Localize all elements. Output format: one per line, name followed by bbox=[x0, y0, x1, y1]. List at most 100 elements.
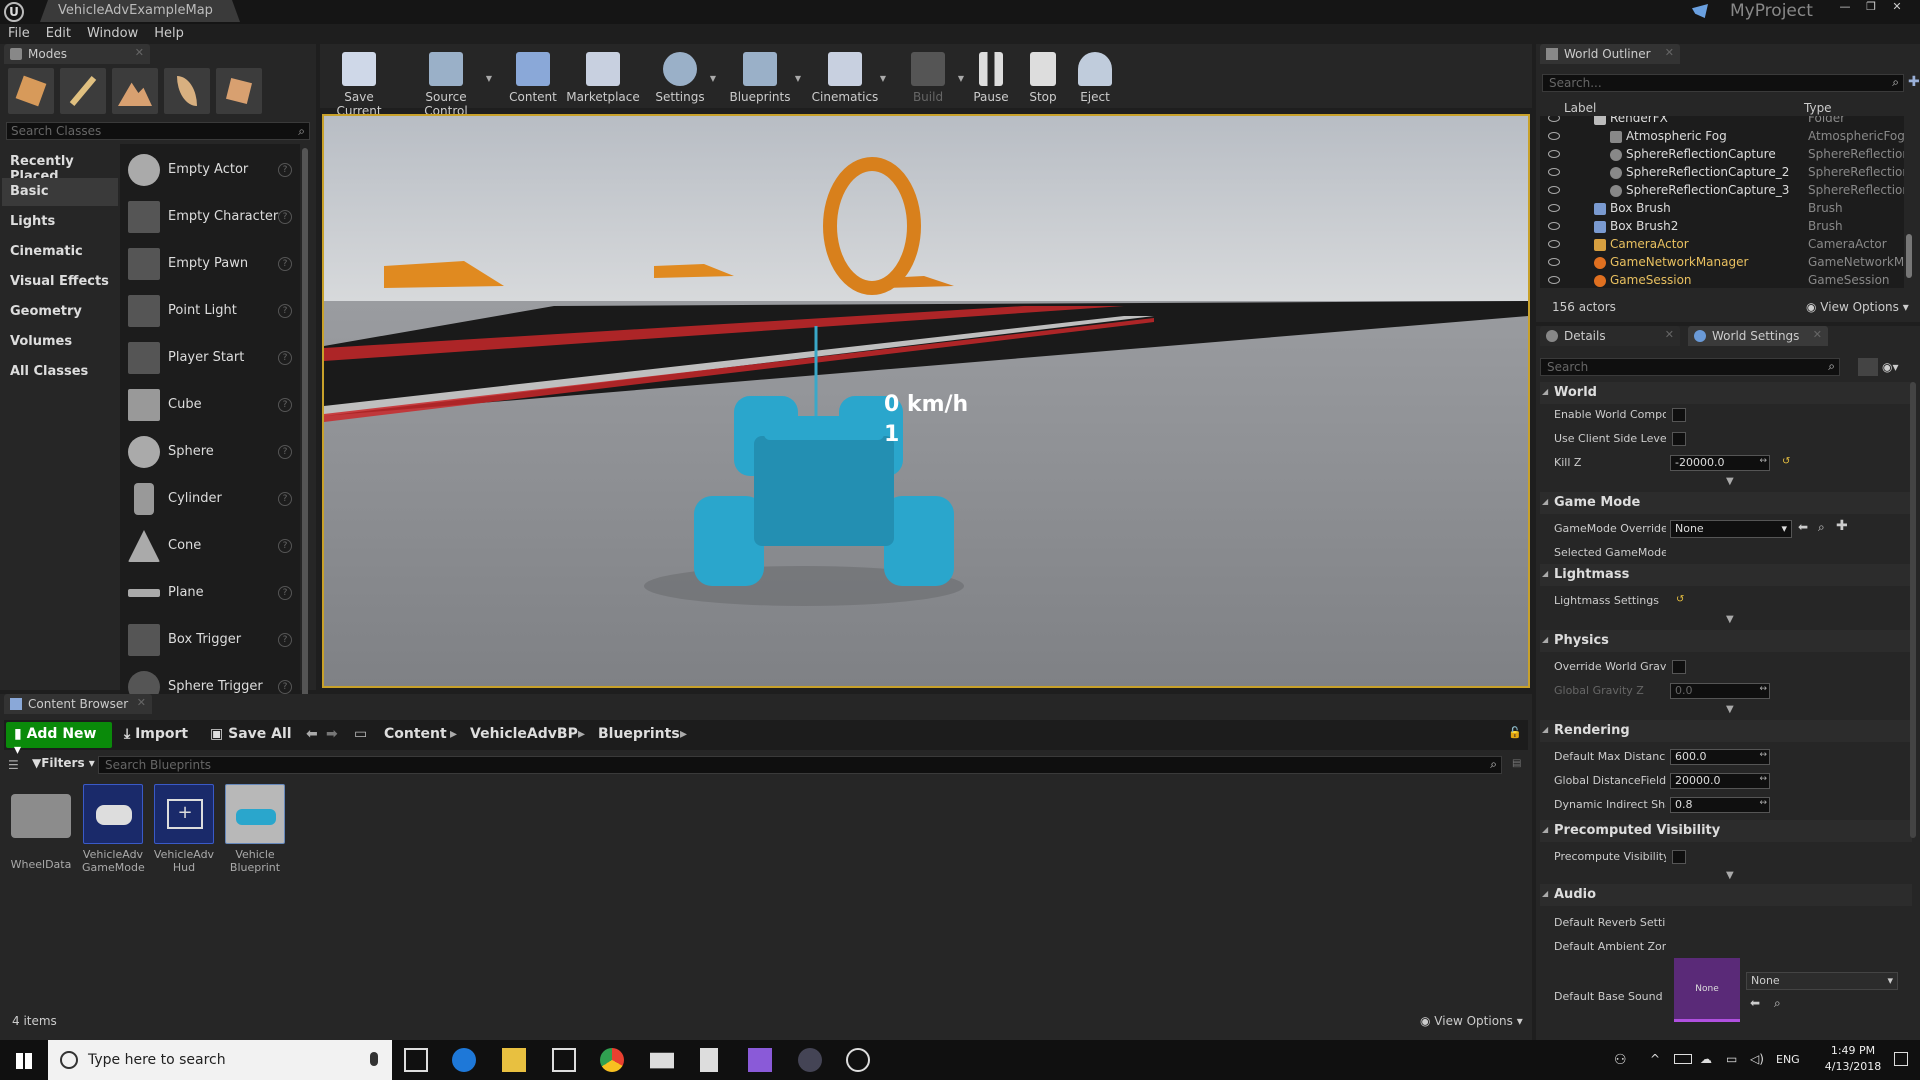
add-new-button[interactable]: ▮ Add New ▾ bbox=[6, 722, 112, 758]
outliner-row[interactable]: CameraActor CameraActor bbox=[1544, 236, 1904, 254]
chevron-up-icon[interactable]: ^ bbox=[1650, 1052, 1660, 1066]
gamemode-override-select[interactable]: None ▾ bbox=[1670, 520, 1792, 538]
advanced-expand-icon[interactable]: ▼ bbox=[1726, 614, 1734, 625]
history-forward-icon[interactable]: ➡ bbox=[326, 726, 338, 742]
folder-icon[interactable]: ▭ bbox=[354, 726, 367, 742]
section-world[interactable]: World bbox=[1540, 382, 1912, 404]
precompute-visibility-checkbox[interactable] bbox=[1672, 850, 1686, 864]
breadcrumb-content[interactable]: Content bbox=[384, 726, 447, 742]
task-view-icon[interactable] bbox=[404, 1048, 428, 1072]
breadcrumb-vehicleadvbp[interactable]: VehicleAdvBP bbox=[470, 726, 578, 742]
details-search-input[interactable]: Search ⌕ bbox=[1540, 358, 1840, 376]
global-distancefield-field[interactable]: 20000.0 bbox=[1670, 773, 1770, 789]
volume-icon[interactable]: ◁) bbox=[1750, 1052, 1764, 1066]
eye-icon[interactable] bbox=[1548, 150, 1560, 158]
chrome-icon[interactable] bbox=[600, 1048, 624, 1072]
use-selected-icon[interactable]: ⬅ bbox=[1798, 520, 1808, 534]
category-lights[interactable]: Lights bbox=[2, 208, 118, 236]
cinematics-button[interactable]: Cinematics ▼ bbox=[810, 48, 886, 108]
outliner-view-options[interactable]: ◉ View Options ▾ bbox=[1806, 300, 1909, 314]
section-rendering[interactable]: Rendering bbox=[1540, 720, 1912, 742]
eye-icon[interactable] bbox=[1548, 132, 1560, 140]
breadcrumb-blueprints[interactable]: Blueprints bbox=[598, 726, 680, 742]
people-icon[interactable]: ⚇ bbox=[1614, 1052, 1627, 1068]
geometry-mode-button[interactable] bbox=[216, 68, 262, 114]
outliner-label-header[interactable]: Label bbox=[1564, 101, 1596, 115]
eye-icon[interactable] bbox=[1548, 240, 1560, 248]
outliner-row[interactable]: GameNetworkManagerGameNetworkMan bbox=[1544, 254, 1904, 272]
paint-mode-button[interactable] bbox=[60, 68, 106, 114]
eye-icon[interactable] bbox=[1548, 222, 1560, 230]
eye-icon[interactable] bbox=[1548, 276, 1560, 284]
eye-icon[interactable] bbox=[1548, 204, 1560, 212]
source-control-icon[interactable] bbox=[1692, 4, 1708, 18]
section-game-mode[interactable]: Game Mode bbox=[1540, 492, 1912, 514]
class-cone[interactable]: Cone? bbox=[124, 524, 300, 568]
use-client-side-level-checkbox[interactable] bbox=[1672, 432, 1686, 446]
input-language[interactable]: ENG bbox=[1776, 1053, 1800, 1066]
browse-icon[interactable]: ⌕ bbox=[1818, 520, 1825, 535]
category-recently-placed[interactable]: Recently Placed bbox=[2, 148, 118, 184]
help-icon[interactable]: ? bbox=[278, 304, 292, 318]
help-icon[interactable]: ? bbox=[278, 257, 292, 271]
outliner-row[interactable]: Box Brush Brush bbox=[1544, 200, 1904, 218]
help-icon[interactable]: ? bbox=[278, 163, 292, 177]
class-box-trigger[interactable]: Box Trigger? bbox=[124, 618, 300, 662]
override-world-gravity-checkbox[interactable] bbox=[1672, 660, 1686, 674]
store-icon[interactable] bbox=[552, 1048, 576, 1072]
outliner-row[interactable]: SphereReflectionCaptureSphereReflectionC bbox=[1544, 146, 1904, 164]
reset-default-icon[interactable]: ↺ bbox=[1782, 456, 1790, 467]
selected-gamemode-label[interactable]: Selected GameMode bbox=[1554, 546, 1666, 559]
kill-z-field[interactable]: -20000.0 bbox=[1670, 455, 1770, 471]
history-back-icon[interactable]: ⬅ bbox=[306, 726, 318, 742]
filters-button[interactable]: ▼Filters ▾ bbox=[32, 756, 95, 770]
help-icon[interactable]: ? bbox=[278, 539, 292, 553]
default-max-distance-field[interactable]: 600.0 bbox=[1670, 749, 1770, 765]
global-gravity-z-field[interactable]: 0.0 bbox=[1670, 683, 1770, 699]
class-point-light[interactable]: Point Light? bbox=[124, 289, 300, 333]
network-icon[interactable]: ▭ bbox=[1726, 1052, 1737, 1066]
landscape-mode-button[interactable] bbox=[112, 68, 158, 114]
default-reverb-label[interactable]: Default Reverb Setting bbox=[1554, 916, 1666, 929]
stop-button[interactable]: Stop bbox=[1018, 48, 1068, 108]
details-scrollbar[interactable] bbox=[1910, 382, 1916, 838]
save-search-icon[interactable]: ▤ bbox=[1512, 758, 1521, 769]
eye-icon[interactable]: ◉▾ bbox=[1882, 360, 1902, 374]
add-icon[interactable]: ✚ bbox=[1836, 518, 1848, 534]
help-icon[interactable]: ? bbox=[278, 445, 292, 459]
settings-button[interactable]: Settings ▼ bbox=[650, 48, 716, 108]
dropdown-arrow-icon[interactable]: ▼ bbox=[486, 74, 492, 83]
menu-edit[interactable]: Edit bbox=[38, 24, 79, 43]
unreal-editor-icon[interactable] bbox=[846, 1048, 870, 1072]
close-icon[interactable]: ✕ bbox=[135, 46, 144, 59]
outliner-search-input[interactable]: Search... ⌕ bbox=[1542, 74, 1904, 92]
marketplace-button[interactable]: Marketplace bbox=[565, 48, 641, 108]
category-visual-effects[interactable]: Visual Effects bbox=[2, 268, 118, 296]
save-current-button[interactable]: Save Current bbox=[324, 48, 394, 118]
outliner-scrollbar[interactable] bbox=[1906, 234, 1912, 278]
add-folder-icon[interactable]: ✚ bbox=[1908, 74, 1920, 90]
cloud-icon[interactable]: ☁ bbox=[1700, 1052, 1712, 1066]
eye-icon[interactable] bbox=[1548, 168, 1560, 176]
tab-details[interactable]: Details ✕ bbox=[1540, 326, 1680, 346]
notifications-icon[interactable] bbox=[1894, 1052, 1908, 1066]
lightmass-settings-label[interactable]: Lightmass Settings bbox=[1554, 594, 1666, 607]
place-mode-button[interactable] bbox=[8, 68, 54, 114]
advanced-expand-icon[interactable]: ▼ bbox=[1726, 476, 1734, 487]
advanced-expand-icon[interactable]: ▼ bbox=[1726, 704, 1734, 715]
eye-icon[interactable] bbox=[1548, 258, 1560, 266]
content-search-input[interactable]: Search Blueprints ⌕ bbox=[98, 756, 1502, 774]
minimize-icon[interactable]: — bbox=[1832, 0, 1858, 16]
dropdown-arrow-icon[interactable]: ▼ bbox=[710, 74, 716, 83]
class-list-scrollbar[interactable] bbox=[302, 148, 308, 704]
base-sound-select[interactable]: None ▾ bbox=[1746, 972, 1898, 990]
notepad-icon[interactable] bbox=[700, 1048, 718, 1072]
close-icon[interactable]: ✕ bbox=[1884, 0, 1910, 16]
asset-vehicleadv-gamemode[interactable]: VehicleAdv GameMode bbox=[82, 784, 145, 874]
tab-world-settings[interactable]: World Settings ✕ bbox=[1688, 326, 1828, 346]
dropdown-arrow-icon[interactable]: ▼ bbox=[880, 74, 886, 83]
property-matrix-icon[interactable] bbox=[1858, 358, 1878, 376]
menu-window[interactable]: Window bbox=[79, 24, 146, 43]
category-geometry[interactable]: Geometry bbox=[2, 298, 118, 326]
close-icon[interactable]: ✕ bbox=[1813, 328, 1822, 341]
